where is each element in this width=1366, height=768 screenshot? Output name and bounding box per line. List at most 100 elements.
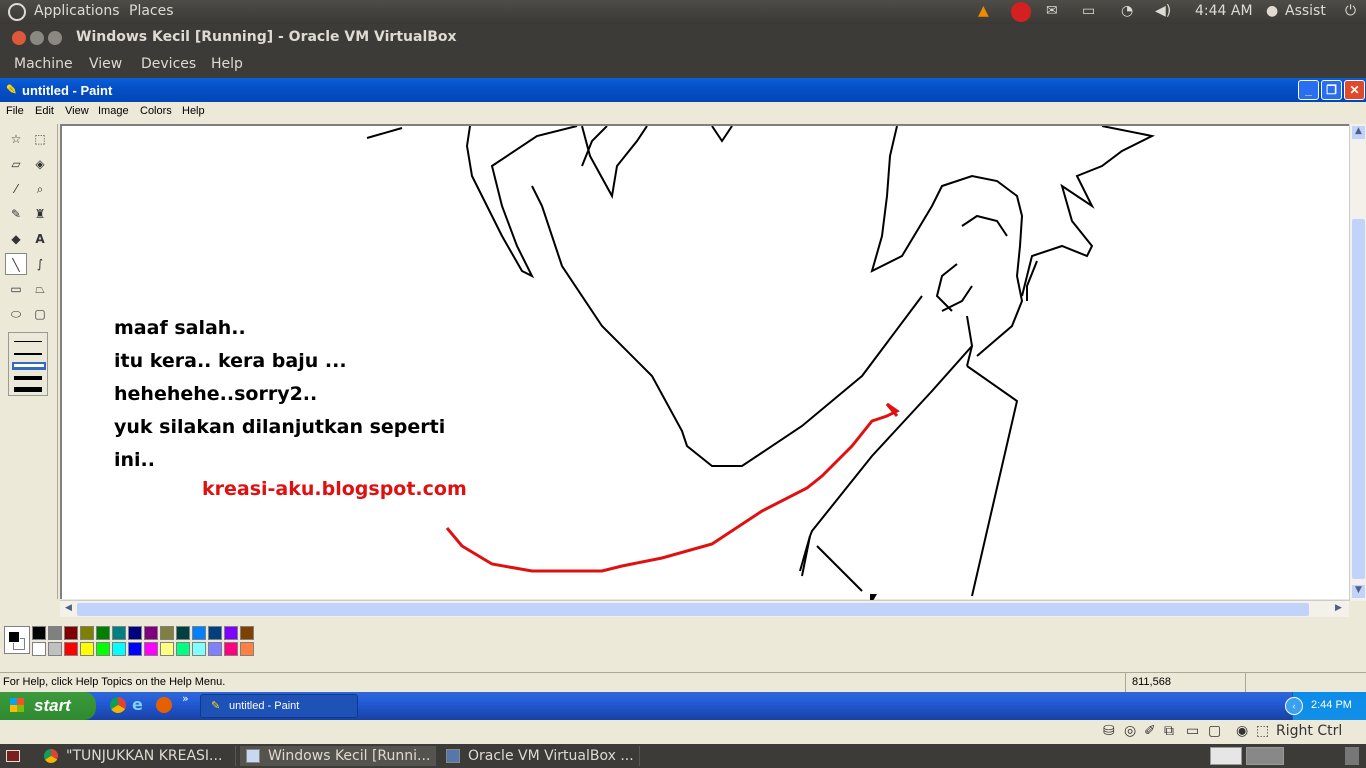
guest-screen[interactable]: ✎ untitled - Paint _ ❐ ✕ File Edit View …: [0, 78, 1366, 720]
ie-icon[interactable]: e: [132, 695, 143, 714]
airbrush-icon[interactable]: ◆: [5, 228, 27, 250]
paint-menu-edit[interactable]: Edit: [35, 105, 54, 117]
mouse-integration-icon[interactable]: ⬚: [1256, 723, 1269, 739]
color-swatch[interactable]: [192, 626, 206, 640]
usb-icon[interactable]: ✐: [1144, 723, 1156, 739]
color-swatch[interactable]: [128, 642, 142, 656]
vlc-icon[interactable]: ▲: [978, 3, 989, 19]
paint-canvas[interactable]: maaf salah.. itu kera.. kera baju ... he…: [60, 124, 1350, 606]
color-swatch[interactable]: [208, 626, 222, 640]
scroll-left-icon[interactable]: ◀: [62, 603, 75, 616]
rectangle-tool-icon[interactable]: ▭: [5, 278, 27, 300]
color-swatch[interactable]: [112, 642, 126, 656]
minimize-icon[interactable]: [30, 31, 44, 45]
busy-icon[interactable]: [1011, 2, 1031, 22]
fill-icon[interactable]: ◈: [29, 153, 51, 175]
menu-machine[interactable]: Machine: [14, 56, 73, 72]
line-tool-icon[interactable]: ╲: [5, 253, 27, 275]
xp-minimize-button[interactable]: _: [1298, 80, 1319, 100]
start-button[interactable]: start: [0, 692, 96, 720]
trash-icon[interactable]: [1345, 747, 1359, 765]
quicklaunch-more-icon[interactable]: »: [182, 692, 189, 705]
scroll-up-icon[interactable]: ▲: [1352, 126, 1365, 139]
color-swatch[interactable]: [32, 626, 46, 640]
color-swatch[interactable]: [48, 626, 62, 640]
rounded-rect-tool-icon[interactable]: ▢: [29, 303, 51, 325]
color-swatch[interactable]: [80, 626, 94, 640]
brush-icon[interactable]: ♜: [29, 203, 51, 225]
vertical-scrollbar[interactable]: ▲ ▼: [1349, 124, 1366, 601]
color-swatch[interactable]: [64, 626, 78, 640]
ellipse-tool-icon[interactable]: ⬭: [5, 303, 27, 325]
scroll-down-icon[interactable]: ▼: [1352, 585, 1365, 598]
paint-menu-view[interactable]: View: [65, 105, 89, 117]
power-icon[interactable]: ⏻: [1345, 3, 1356, 19]
display-icon[interactable]: ▢: [1208, 723, 1221, 739]
maximize-icon[interactable]: [48, 31, 62, 45]
paint-menu-colors[interactable]: Colors: [140, 105, 172, 117]
color-swatch[interactable]: [224, 626, 238, 640]
color-swatch[interactable]: [48, 642, 62, 656]
show-desktop-icon[interactable]: [6, 750, 20, 762]
color-swatch[interactable]: [96, 626, 110, 640]
eraser-icon[interactable]: ▱: [5, 153, 27, 175]
color-swatch[interactable]: [96, 642, 110, 656]
close-icon[interactable]: [12, 31, 26, 45]
color-swatch[interactable]: [240, 642, 254, 656]
firefox-icon[interactable]: [156, 697, 172, 713]
color-swatch[interactable]: [144, 626, 158, 640]
taskbar-item-paint[interactable]: ✎ untitled - Paint: [200, 694, 358, 718]
color-swatch[interactable]: [80, 642, 94, 656]
user-menu[interactable]: Assist: [1285, 3, 1326, 19]
mail-icon[interactable]: ✉: [1046, 3, 1058, 19]
color-swatch[interactable]: [176, 642, 190, 656]
workspace-2[interactable]: [1246, 747, 1284, 765]
color-picker-icon[interactable]: ⁄: [5, 178, 27, 200]
color-swatch[interactable]: [240, 626, 254, 640]
color-swatch[interactable]: [144, 642, 158, 656]
task-vbox-manager[interactable]: Oracle VM VirtualBox ...: [440, 746, 640, 766]
hscroll-thumb[interactable]: [77, 603, 1309, 616]
capture-icon[interactable]: ◉: [1236, 723, 1248, 739]
applications-menu[interactable]: Applications: [34, 3, 120, 19]
color-swatch[interactable]: [112, 626, 126, 640]
curve-tool-icon[interactable]: ∫: [29, 253, 51, 275]
xp-clock[interactable]: 2:44 PM: [1311, 699, 1352, 711]
rect-select-icon[interactable]: ⬚: [29, 128, 51, 150]
user-icon[interactable]: ●: [1266, 3, 1278, 19]
shared-folder-icon[interactable]: ▭: [1186, 723, 1199, 739]
paint-menu-file[interactable]: File: [6, 105, 24, 117]
workspace-1[interactable]: [1210, 747, 1242, 765]
chrome-icon[interactable]: [110, 697, 126, 713]
xp-close-button[interactable]: ✕: [1344, 80, 1365, 100]
task-vbox-window[interactable]: Windows Kecil [Runni...: [240, 746, 436, 766]
scroll-right-icon[interactable]: ▶: [1332, 603, 1345, 616]
menu-help[interactable]: Help: [211, 56, 243, 72]
color-swatch[interactable]: [208, 642, 222, 656]
line-width-selector[interactable]: [8, 332, 48, 396]
clock[interactable]: 4:44 AM: [1195, 3, 1253, 19]
volume-icon[interactable]: ◀): [1155, 3, 1171, 19]
menu-view[interactable]: View: [89, 56, 122, 72]
vscroll-thumb[interactable]: [1352, 219, 1365, 579]
network-icon[interactable]: ⧉: [1164, 723, 1174, 739]
color-swatch[interactable]: [160, 642, 174, 656]
cd-icon[interactable]: ◎: [1124, 723, 1136, 739]
hdd-icon[interactable]: ⛁: [1103, 723, 1115, 739]
color-swatch[interactable]: [176, 626, 190, 640]
wifi-icon[interactable]: ◔: [1121, 3, 1133, 19]
text-tool-icon[interactable]: A: [29, 228, 51, 250]
places-menu[interactable]: Places: [129, 3, 174, 19]
paint-menu-image[interactable]: Image: [98, 105, 129, 117]
magnifier-icon[interactable]: ⌕: [29, 178, 51, 200]
color-swatch[interactable]: [128, 626, 142, 640]
free-select-icon[interactable]: ☆: [5, 128, 27, 150]
menu-devices[interactable]: Devices: [141, 56, 196, 72]
polygon-tool-icon[interactable]: ⏢: [29, 278, 51, 300]
xp-maximize-button[interactable]: ❐: [1321, 80, 1342, 100]
color-swatch[interactable]: [192, 642, 206, 656]
color-swatch[interactable]: [224, 642, 238, 656]
color-swatch[interactable]: [64, 642, 78, 656]
color-swatch[interactable]: [32, 642, 46, 656]
color-swatch[interactable]: [160, 626, 174, 640]
